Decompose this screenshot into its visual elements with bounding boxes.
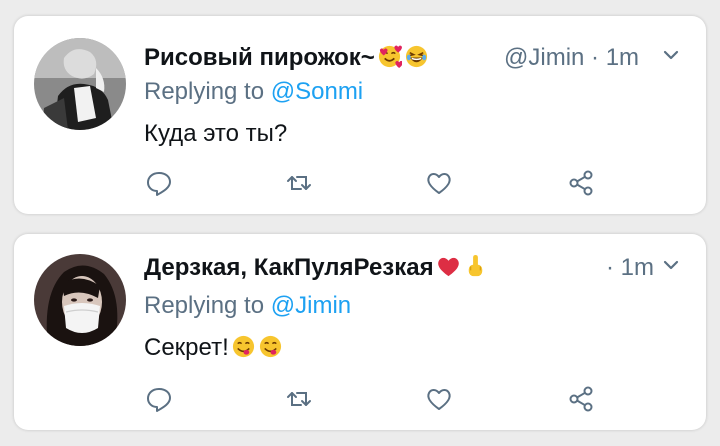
red-heart-emoji xyxy=(437,257,459,277)
share-icon xyxy=(569,170,593,196)
tweet-card[interactable]: Дерзкая, КакПуляРезкая · 1m Replying to … xyxy=(14,234,706,430)
face-savoring-food-emoji xyxy=(259,335,281,358)
tweet-text: Куда это ты? xyxy=(144,120,288,147)
handle-and-time[interactable]: @Jimin · 1m xyxy=(504,44,639,72)
retweet-button[interactable] xyxy=(284,168,314,198)
time[interactable]: · 1m xyxy=(606,254,654,282)
heart-icon xyxy=(427,389,451,410)
avatar[interactable] xyxy=(34,38,126,130)
reply-icon xyxy=(147,172,171,196)
smiling-face-with-hearts-emoji xyxy=(378,45,402,69)
mention-link[interactable]: @Jimin xyxy=(271,292,351,319)
tweet-card[interactable]: Рисовый пирожок~ @Jimin · 1m Replying to… xyxy=(14,16,706,214)
chevron-down-icon[interactable] xyxy=(660,254,682,276)
tweet-actions xyxy=(14,382,706,416)
replying-to: Replying to @Jimin xyxy=(144,292,352,319)
like-button[interactable] xyxy=(424,168,454,198)
tweet-actions xyxy=(14,166,706,200)
display-name[interactable]: Дерзкая, КакПуляРезкая xyxy=(144,254,488,282)
like-button[interactable] xyxy=(424,384,454,414)
reply-button[interactable] xyxy=(144,168,174,198)
laughing-face-emoji xyxy=(405,45,427,68)
middle-finger-emoji xyxy=(468,254,482,277)
chevron-down-icon[interactable] xyxy=(660,44,682,66)
tweet-text: Секрет! xyxy=(144,334,283,362)
mention-link[interactable]: @Sonmi xyxy=(271,78,363,105)
share-icon xyxy=(569,386,593,412)
share-button[interactable] xyxy=(566,384,596,414)
retweet-icon xyxy=(287,392,311,406)
share-button[interactable] xyxy=(566,168,596,198)
avatar[interactable] xyxy=(34,254,126,346)
display-name[interactable]: Рисовый пирожок~ xyxy=(144,44,429,72)
retweet-icon xyxy=(287,176,311,190)
heart-icon xyxy=(427,173,451,194)
retweet-button[interactable] xyxy=(284,384,314,414)
reply-icon xyxy=(147,388,171,412)
reply-button[interactable] xyxy=(144,384,174,414)
replying-to: Replying to @Sonmi xyxy=(144,78,364,105)
face-savoring-food-emoji xyxy=(232,335,254,358)
